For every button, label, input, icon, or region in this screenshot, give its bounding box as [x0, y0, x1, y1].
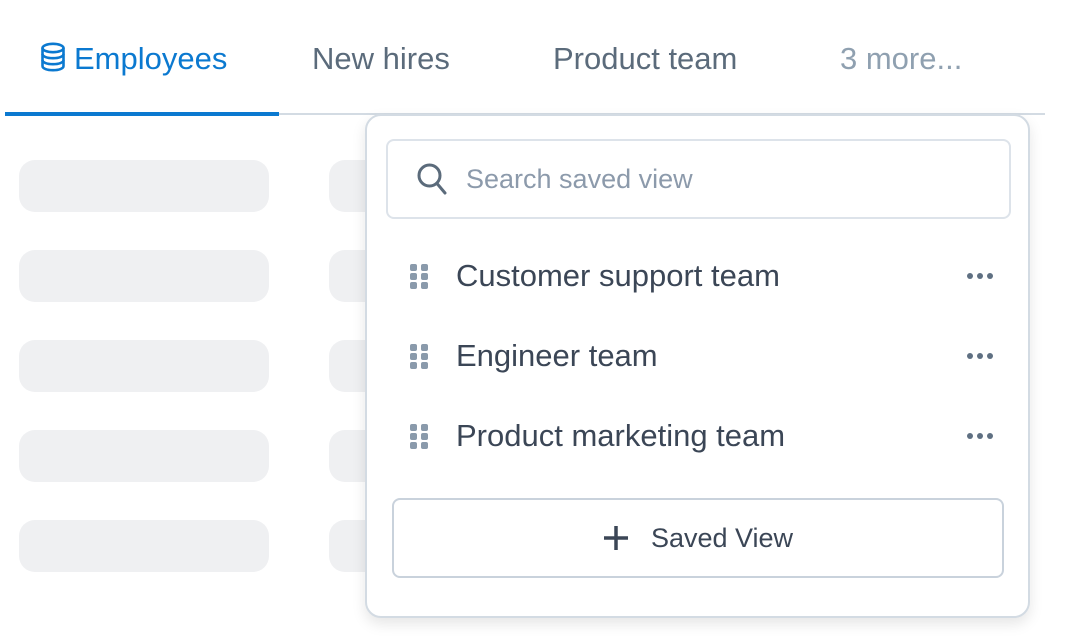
tab-more[interactable]: 3 more...	[840, 38, 962, 80]
add-saved-view-label: Saved View	[650, 522, 794, 553]
more-horizontal-icon[interactable]	[966, 351, 994, 361]
saved-view-label: Engineer team	[456, 338, 658, 373]
skeleton-cell	[19, 160, 269, 212]
plus-icon	[603, 526, 628, 550]
saved-view-item[interactable]: Engineer team	[386, 326, 1011, 386]
drag-handle-icon[interactable]	[409, 343, 429, 369]
search-icon	[417, 163, 447, 195]
search-saved-view-input[interactable]	[466, 163, 986, 195]
tab-employees[interactable]: Employees	[40, 38, 227, 80]
tab-employees-label: Employees	[74, 41, 228, 76]
search-saved-view-field[interactable]	[386, 139, 1011, 219]
saved-view-item[interactable]: Customer support team	[386, 246, 1011, 306]
tab-product-team[interactable]: Product team	[553, 38, 737, 80]
database-icon	[41, 42, 65, 72]
active-tab-indicator	[5, 112, 279, 116]
tab-new-hires-label: New hires	[312, 41, 450, 76]
add-saved-view-button[interactable]: Saved View	[392, 498, 1004, 578]
saved-view-item[interactable]: Product marketing team	[386, 406, 1011, 466]
tab-more-label: 3 more...	[840, 41, 963, 76]
saved-view-label: Customer support team	[456, 258, 780, 293]
tab-product-team-label: Product team	[553, 41, 738, 76]
drag-handle-icon[interactable]	[409, 423, 429, 449]
saved-view-label: Product marketing team	[456, 418, 786, 453]
skeleton-cell	[19, 430, 269, 482]
saved-view-tabs: Employees New hires Product team 3 more.…	[0, 0, 1045, 116]
skeleton-cell	[19, 250, 269, 302]
more-horizontal-icon[interactable]	[966, 431, 994, 441]
skeleton-cell	[19, 520, 269, 572]
drag-handle-icon[interactable]	[409, 263, 429, 289]
more-horizontal-icon[interactable]	[966, 271, 994, 281]
saved-views-popover: Customer support team Engineer team Prod…	[365, 114, 1030, 618]
skeleton-cell	[19, 340, 269, 392]
tab-new-hires[interactable]: New hires	[312, 38, 450, 80]
